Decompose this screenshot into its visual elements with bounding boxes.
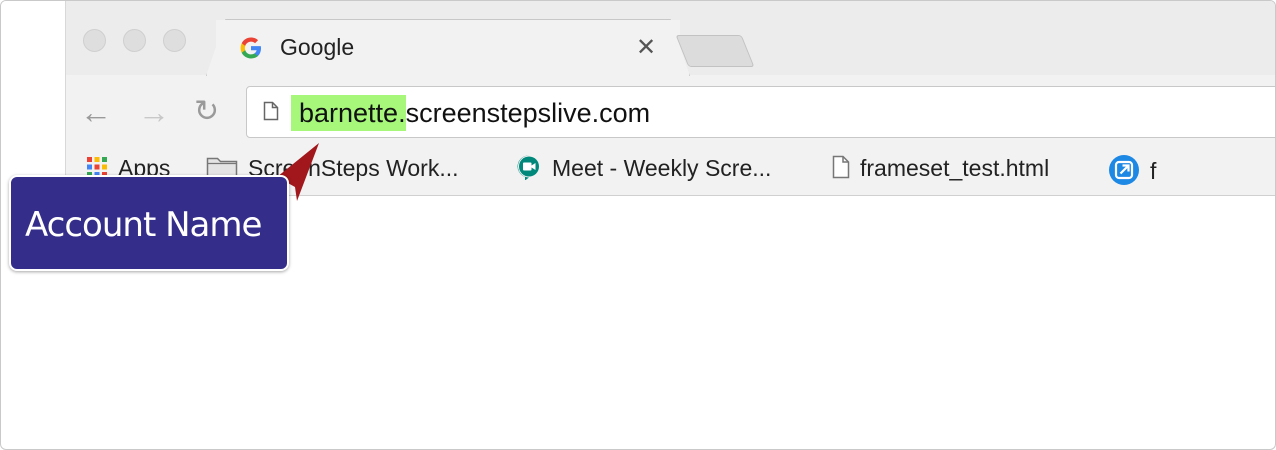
account-name-callout: Account Name bbox=[9, 175, 289, 271]
callout-label: Account Name bbox=[25, 205, 262, 245]
screenshot-frame: Google ✕ ← → ↻ barnette.screenstepslive.… bbox=[0, 0, 1276, 450]
